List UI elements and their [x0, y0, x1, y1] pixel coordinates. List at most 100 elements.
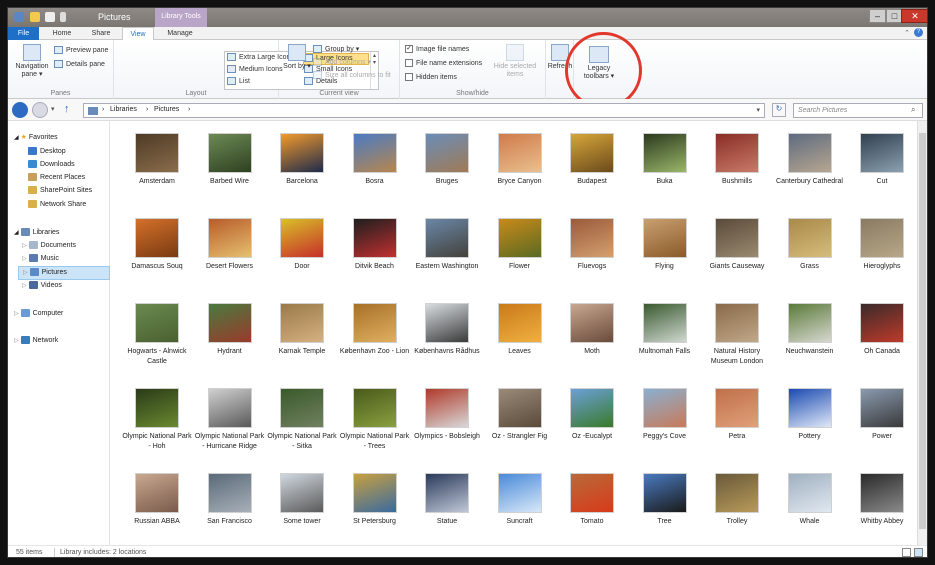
file-item[interactable]: Trolley: [701, 473, 773, 527]
nav-item-recent-places[interactable]: Recent Places: [28, 172, 85, 183]
tab-manage[interactable]: Manage: [160, 27, 200, 40]
nav-network[interactable]: ▷ Network: [14, 335, 58, 347]
nav-libraries[interactable]: ◢ Libraries: [14, 227, 59, 239]
file-item[interactable]: Barbed Wire: [194, 133, 266, 187]
file-item[interactable]: Olympic National Park - Hoh: [121, 388, 193, 451]
file-item[interactable]: St Petersburg: [339, 473, 411, 527]
file-item[interactable]: Hydrant: [194, 303, 266, 357]
file-item[interactable]: Door: [266, 218, 338, 272]
expand-icon[interactable]: ◢: [14, 230, 19, 236]
file-item[interactable]: Olympics - Bobsleigh: [411, 388, 483, 442]
chevron-right-icon[interactable]: ▷: [22, 243, 27, 249]
new-folder-icon[interactable]: [45, 12, 55, 22]
file-name-extensions-checkbox[interactable]: File name extensions: [405, 59, 482, 69]
up-arrow-icon[interactable]: ↑: [64, 103, 70, 115]
details-view-icon[interactable]: [902, 548, 911, 557]
file-item[interactable]: Neuchwanstein: [774, 303, 846, 357]
file-item[interactable]: Flower: [484, 218, 556, 272]
vertical-scrollbar[interactable]: [917, 121, 927, 545]
size-columns-button[interactable]: Size all columns to fit: [313, 71, 391, 81]
nav-item-downloads[interactable]: Downloads: [28, 159, 75, 170]
file-item[interactable]: Eastern Washington: [411, 218, 483, 272]
file-item[interactable]: Flying: [629, 218, 701, 272]
nav-item-network-share[interactable]: Network Share: [28, 199, 86, 210]
file-item[interactable]: Statue: [411, 473, 483, 527]
refresh-button[interactable]: Refresh: [547, 44, 573, 71]
breadcrumb-pictures[interactable]: Pictures: [154, 106, 179, 113]
file-item[interactable]: Olympic National Park - Trees: [339, 388, 411, 451]
nav-item-music[interactable]: ▷ Music: [22, 253, 59, 265]
file-item[interactable]: Ditvik Beach: [339, 218, 411, 272]
breadcrumb-libraries[interactable]: Libraries: [110, 106, 137, 113]
file-item[interactable]: Hogwarts - Alnwick Castle: [121, 303, 193, 366]
nav-item-pictures[interactable]: ▷ Pictures: [18, 266, 110, 280]
file-item[interactable]: Multnomah Falls: [629, 303, 701, 357]
tab-home[interactable]: Home: [45, 27, 79, 40]
file-item[interactable]: Olympic National Park - Sitka: [266, 388, 338, 451]
chevron-right-icon[interactable]: ▷: [14, 311, 19, 317]
file-item[interactable]: Whitby Abbey: [846, 473, 918, 527]
scrollbar-thumb[interactable]: [919, 133, 926, 529]
file-item[interactable]: Olympic National Park - Hurricane Ridge: [194, 388, 266, 451]
chevron-right-icon[interactable]: ▷: [22, 283, 27, 289]
hide-selected-items-button[interactable]: Hide selected items: [490, 44, 540, 79]
tab-share[interactable]: Share: [84, 27, 118, 40]
nav-item-videos[interactable]: ▷ Videos: [22, 280, 62, 292]
legacy-toolbars-button[interactable]: Legacy toolbars ▾: [580, 46, 618, 81]
file-item[interactable]: Petra: [701, 388, 773, 442]
minimize-ribbon-icon[interactable]: ⌃: [904, 29, 910, 37]
details-pane-button[interactable]: Details pane: [54, 60, 105, 70]
file-item[interactable]: Some tower: [266, 473, 338, 527]
file-item[interactable]: Leaves: [484, 303, 556, 357]
recent-locations-icon[interactable]: ▾: [51, 105, 55, 113]
file-item[interactable]: Grass: [774, 218, 846, 272]
file-item[interactable]: Russian ABBA: [121, 473, 193, 527]
file-item[interactable]: Budapest: [556, 133, 628, 187]
nav-item-sharepoint-sites[interactable]: SharePoint Sites: [28, 185, 92, 196]
help-icon[interactable]: ?: [914, 28, 923, 37]
tab-file[interactable]: File: [8, 27, 39, 40]
group-by-button[interactable]: Group by ▾: [313, 45, 359, 55]
nav-item-documents[interactable]: ▷ Documents: [22, 240, 76, 252]
tab-view[interactable]: View: [122, 27, 154, 41]
add-columns-button[interactable]: Add columns ▾: [313, 58, 371, 68]
file-item[interactable]: Giants Causeway: [701, 218, 773, 272]
file-item[interactable]: Karnak Temple: [266, 303, 338, 357]
forward-arrow-icon[interactable]: [32, 102, 48, 118]
file-item[interactable]: Buka: [629, 133, 701, 187]
large-icons-view-icon[interactable]: [914, 548, 923, 557]
file-item[interactable]: Desert Flowers: [194, 218, 266, 272]
search-icon[interactable]: ⌕: [911, 105, 915, 115]
expand-icon[interactable]: ◢: [14, 135, 19, 141]
file-item[interactable]: Københavns Rådhus: [411, 303, 483, 357]
file-item[interactable]: Amsterdam: [121, 133, 193, 187]
file-item[interactable]: Peggy's Cove: [629, 388, 701, 442]
close-button[interactable]: ✕: [901, 9, 927, 23]
file-item[interactable]: Fluevogs: [556, 218, 628, 272]
file-item[interactable]: Damascus Souq: [121, 218, 193, 272]
file-item[interactable]: Canterbury Cathedral: [774, 133, 846, 187]
file-item[interactable]: Pottery: [774, 388, 846, 442]
file-item[interactable]: Tomato: [556, 473, 628, 527]
file-item[interactable]: San Francisco: [194, 473, 266, 527]
chevron-right-icon[interactable]: ▷: [22, 256, 27, 262]
layout-medium-icons[interactable]: Medium Icons: [227, 65, 283, 75]
file-item[interactable]: Power: [846, 388, 918, 442]
nav-computer[interactable]: ▷ Computer: [14, 308, 63, 320]
folder-icon[interactable]: [30, 12, 40, 22]
search-input[interactable]: Search Pictures: [793, 103, 923, 118]
file-item[interactable]: København Zoo - Lion: [339, 303, 411, 357]
file-item[interactable]: Whale: [774, 473, 846, 527]
file-item[interactable]: Bushmills: [701, 133, 773, 187]
file-item[interactable]: Oz -Eucalypt: [556, 388, 628, 442]
image-file-names-checkbox[interactable]: ✓ Image file names: [405, 45, 469, 55]
navigation-pane-button[interactable]: Navigation pane ▾: [10, 44, 54, 79]
refresh-address-icon[interactable]: ↻: [772, 103, 786, 117]
minimize-button[interactable]: –: [869, 9, 886, 23]
customize-quick-access-icon[interactable]: [60, 12, 66, 22]
hidden-items-checkbox[interactable]: Hidden items: [405, 73, 457, 83]
file-item[interactable]: Suncraft: [484, 473, 556, 527]
nav-item-desktop[interactable]: Desktop: [28, 146, 66, 157]
nav-favorites[interactable]: ◢ ★ Favorites: [14, 132, 58, 144]
file-item[interactable]: Bryce Canyon: [484, 133, 556, 187]
